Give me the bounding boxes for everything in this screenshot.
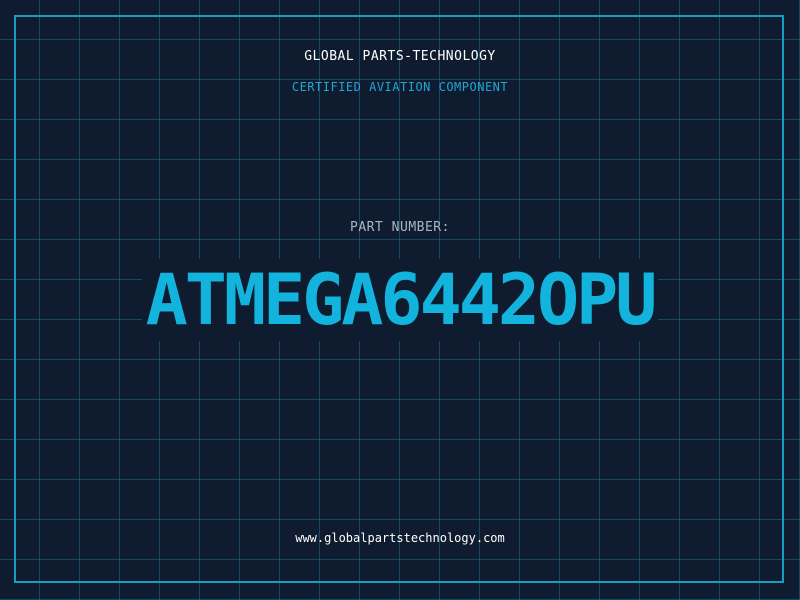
certification-subtitle: CERTIFIED AVIATION COMPONENT: [291, 80, 509, 94]
certificate-card: GLOBAL PARTS-TECHNOLOGY CERTIFIED AVIATI…: [0, 0, 800, 600]
part-number-label: PART NUMBER:: [350, 220, 450, 235]
part-number-value: ATMEGA6442OPU: [141, 259, 659, 341]
website-url: www.globalpartstechnology.com: [295, 531, 505, 545]
company-name: GLOBAL PARTS-TECHNOLOGY: [304, 49, 496, 64]
part-number-display: ATMEGA6442OPU: [0, 255, 800, 345]
